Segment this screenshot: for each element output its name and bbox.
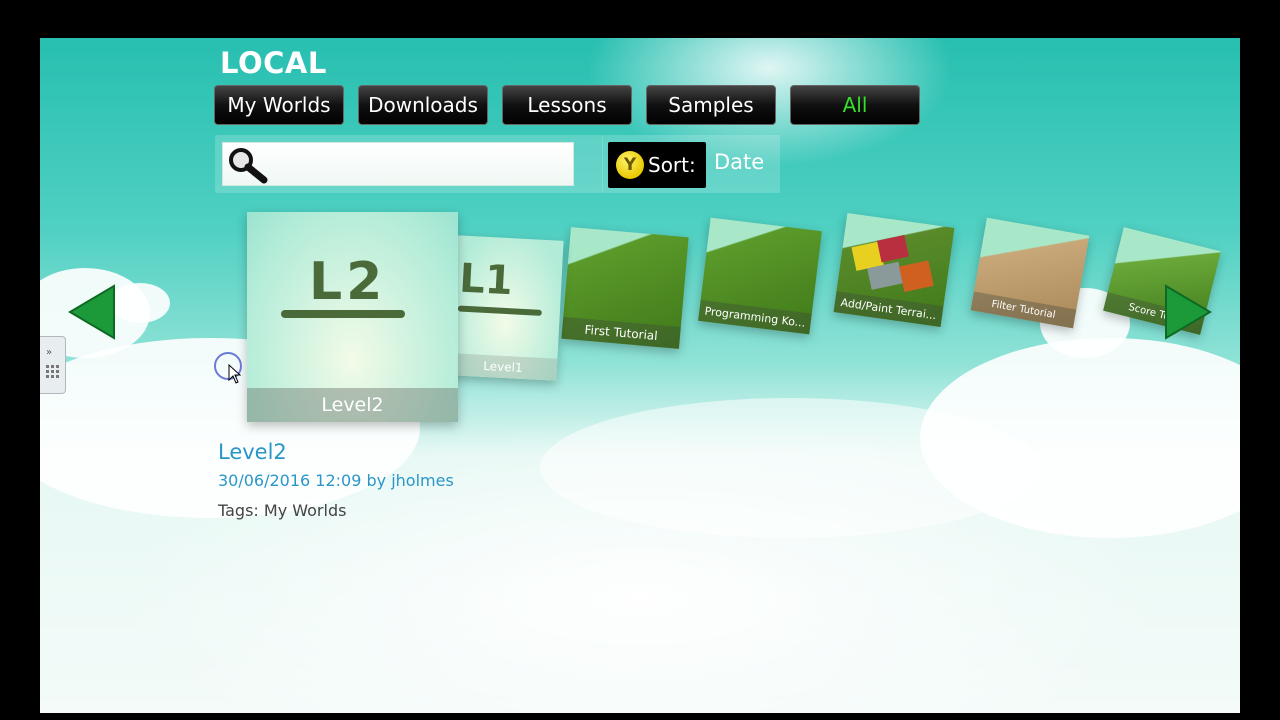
world-card-label: Filter Tutorial (970, 291, 1077, 329)
world-card-label: First Tutorial (561, 316, 681, 349)
section-title: LOCAL (220, 46, 327, 80)
cloud-decoration (110, 283, 170, 323)
world-card[interactable]: Add/Paint Terrai... (833, 212, 955, 328)
tab-all[interactable]: All (790, 85, 920, 125)
mouse-cursor-icon (214, 352, 242, 384)
arrow-left-icon[interactable] (68, 284, 116, 340)
world-tags: Tags: My Worlds (218, 501, 347, 520)
tab-downloads[interactable]: Downloads (358, 85, 488, 125)
world-meta: 30/06/2016 12:09 by jholmes (218, 471, 454, 490)
sort-value: Date (714, 150, 765, 174)
world-title: Level2 (218, 440, 287, 464)
selected-world-card[interactable]: L2 Level2 (247, 212, 458, 422)
world-card-label: Level2 (247, 388, 458, 422)
world-card[interactable]: L1 Level1 (448, 235, 564, 381)
y-button-icon: Y (616, 151, 644, 179)
cloud-decoration (540, 398, 1040, 538)
svg-text:»: » (46, 347, 52, 358)
world-card[interactable]: Filter Tutorial (970, 217, 1090, 329)
world-card-label: Programming Ko... (698, 299, 812, 335)
world-card-drawing: L2 (309, 252, 387, 312)
magnifier-icon (229, 148, 268, 184)
tab-lessons[interactable]: Lessons (502, 85, 632, 125)
side-panel-tab[interactable]: » (40, 336, 66, 394)
arrow-right-icon[interactable] (1164, 284, 1212, 340)
sort-button[interactable]: Y Sort: (608, 142, 706, 188)
world-card-drawing: L1 (458, 255, 514, 305)
tab-my-worlds[interactable]: My Worlds (214, 85, 344, 125)
world-card-label: Level1 (448, 353, 558, 381)
side-panel-icon: » (46, 347, 59, 378)
sort-label: Sort: (648, 153, 696, 177)
search-input[interactable] (272, 148, 566, 182)
world-card-label: Add/Paint Terrai... (833, 291, 944, 328)
tab-samples[interactable]: Samples (646, 85, 776, 125)
world-card[interactable]: First Tutorial (561, 227, 689, 349)
world-browser: LOCAL My Worlds Downloads Lessons Sample… (40, 38, 1240, 713)
world-card[interactable]: Programming Ko... (698, 217, 822, 335)
